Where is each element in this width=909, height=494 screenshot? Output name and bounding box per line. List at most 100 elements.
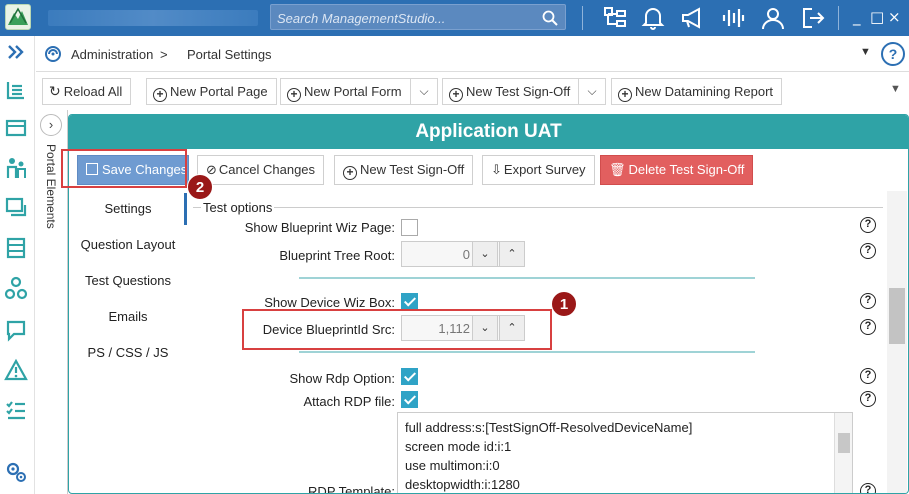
help-icon[interactable]: ?	[860, 319, 876, 335]
collapse-icon[interactable]: ▼	[860, 46, 871, 58]
help-icon[interactable]: ?	[881, 42, 905, 66]
blueprint-tree-root-label: Blueprint Tree Root:	[279, 248, 395, 263]
annotation-badge-1: 1	[551, 291, 577, 317]
plus-circle-icon: +	[343, 166, 357, 180]
delete-test-signoff-button[interactable]: 🗑 Delete Test Sign-Off	[600, 155, 754, 185]
new-portal-form-dropdown[interactable]: ⌵	[410, 78, 438, 105]
toolbar-overflow-icon[interactable]: ▼	[890, 83, 901, 95]
attach-rdp-file-label: Attach RDP file:	[303, 394, 395, 409]
plus-circle-icon: +	[153, 88, 167, 102]
show-rdp-option-checkbox[interactable]	[401, 368, 418, 385]
warning-icon[interactable]	[4, 358, 28, 382]
breadcrumb-portal-settings[interactable]: Portal Settings	[187, 47, 272, 62]
new-portal-form-button[interactable]: + New Portal Form	[280, 78, 411, 105]
help-icon[interactable]: ?	[860, 293, 876, 309]
delete-test-signoff-label: Delete Test Sign-Off	[628, 162, 745, 177]
admin-icon	[45, 46, 61, 62]
app-logo-icon	[5, 4, 31, 30]
help-icon[interactable]: ?	[860, 368, 876, 384]
maximize-button[interactable]: □	[870, 8, 884, 26]
settings-gears-icon[interactable]	[4, 460, 28, 484]
expand-rail-icon[interactable]	[4, 40, 28, 64]
new-test-signoff-label: New Test Sign-Off	[360, 162, 465, 177]
application-panel: Application UAT Save Changes ⊘ Cancel Cha…	[68, 114, 909, 494]
toolbar-separator	[582, 6, 583, 30]
divider	[299, 277, 755, 279]
increment-button[interactable]: ⌃	[499, 241, 525, 267]
plus-circle-icon: +	[287, 88, 301, 102]
device-blueprintid-highlight-box	[242, 309, 552, 350]
section-title: Test options	[201, 200, 275, 215]
waveform-icon[interactable]	[720, 5, 746, 31]
help-icon[interactable]: ?	[860, 217, 876, 233]
checklist-icon[interactable]	[4, 398, 28, 422]
org-chart-icon[interactable]	[602, 5, 628, 31]
people-icon[interactable]	[4, 156, 28, 180]
search-input[interactable]	[277, 9, 537, 27]
scrollbar-thumb[interactable]	[889, 288, 905, 344]
new-test-signoff-toolbar-label: New Test Sign-Off	[466, 84, 571, 99]
card-icon[interactable]	[4, 116, 28, 140]
show-blueprint-wiz-page-label: Show Blueprint Wiz Page:	[244, 220, 395, 235]
search-icon[interactable]	[541, 9, 559, 27]
new-test-signoff-button[interactable]: + New Test Sign-Off	[334, 155, 474, 185]
reload-all-button[interactable]: ↻ Reload All	[42, 78, 132, 105]
decrement-button[interactable]: ⌄	[472, 241, 498, 267]
export-survey-label: Export Survey	[503, 162, 586, 177]
export-survey-button[interactable]: ⇩ Export Survey	[482, 155, 595, 185]
megaphone-icon[interactable]	[679, 5, 705, 31]
nav-item-ps-css-js[interactable]: PS / CSS / JS	[69, 345, 187, 360]
list-icon[interactable]	[4, 78, 28, 102]
attach-rdp-file-checkbox[interactable]	[401, 391, 418, 408]
new-portal-form-label: New Portal Form	[304, 84, 402, 99]
toolbar-separator	[838, 6, 839, 30]
breadcrumb-separator: >	[160, 47, 168, 62]
panel-title: Application UAT	[69, 115, 908, 149]
database-icon[interactable]	[4, 236, 28, 260]
fieldset-border	[193, 207, 883, 208]
nav-item-question-layout[interactable]: Question Layout	[69, 237, 187, 252]
blueprint-tree-root-input[interactable]	[402, 244, 470, 264]
save-highlight-box	[61, 149, 187, 188]
help-icon[interactable]: ?	[860, 391, 876, 407]
cancel-changes-label: Cancel Changes	[218, 162, 316, 177]
scrollbar-thumb[interactable]	[838, 433, 850, 453]
nav-item-emails[interactable]: Emails	[69, 309, 187, 324]
left-rail	[0, 36, 35, 494]
reload-all-label: Reload All	[63, 84, 123, 99]
logout-icon[interactable]	[800, 5, 826, 31]
rdp-line: desktopwidth:i:1280	[405, 477, 520, 492]
panel-scrollbar[interactable]	[887, 191, 907, 493]
help-icon[interactable]: ?	[860, 483, 876, 493]
trash-icon: 🗑	[609, 163, 626, 178]
nav-item-settings[interactable]: Settings	[69, 201, 187, 216]
new-datamining-report-button[interactable]: + New Datamining Report	[611, 78, 783, 105]
textarea-scrollbar[interactable]	[834, 413, 852, 493]
new-test-signoff-toolbar-button[interactable]: + New Test Sign-Off	[442, 78, 580, 105]
nav-item-test-questions[interactable]: Test Questions	[69, 273, 187, 288]
divider	[299, 351, 755, 353]
new-test-signoff-dropdown[interactable]: ⌵	[578, 78, 606, 105]
network-icon[interactable]	[4, 276, 28, 300]
cancel-changes-button[interactable]: ⊘ Cancel Changes	[197, 155, 325, 185]
title-bar: _ □ ×	[0, 0, 909, 36]
show-blueprint-wiz-page-checkbox[interactable]	[401, 219, 418, 236]
user-icon[interactable]	[760, 5, 786, 31]
chevron-right-icon[interactable]: ›	[40, 114, 62, 136]
window-title-obscured	[48, 10, 258, 26]
help-icon[interactable]: ?	[860, 243, 876, 259]
bell-icon[interactable]	[640, 5, 666, 31]
chat-icon[interactable]	[4, 318, 28, 342]
rdp-template-textarea[interactable]: full address:s:[TestSignOff-ResolvedDevi…	[397, 412, 853, 493]
new-portal-page-label: New Portal Page	[170, 84, 268, 99]
device-icon[interactable]	[4, 196, 28, 220]
new-portal-page-button[interactable]: + New Portal Page	[146, 78, 277, 105]
breadcrumb-administration[interactable]: Administration	[71, 47, 153, 62]
close-button[interactable]: ×	[888, 8, 901, 26]
minimize-button[interactable]: _	[853, 8, 861, 26]
annotation-badge-2: 2	[187, 174, 213, 200]
global-search[interactable]	[270, 4, 566, 30]
reload-icon: ↻	[49, 84, 61, 100]
show-device-wiz-box-checkbox[interactable]	[401, 293, 418, 310]
blueprint-tree-root-field[interactable]: ⌄ ⌃	[401, 241, 525, 267]
